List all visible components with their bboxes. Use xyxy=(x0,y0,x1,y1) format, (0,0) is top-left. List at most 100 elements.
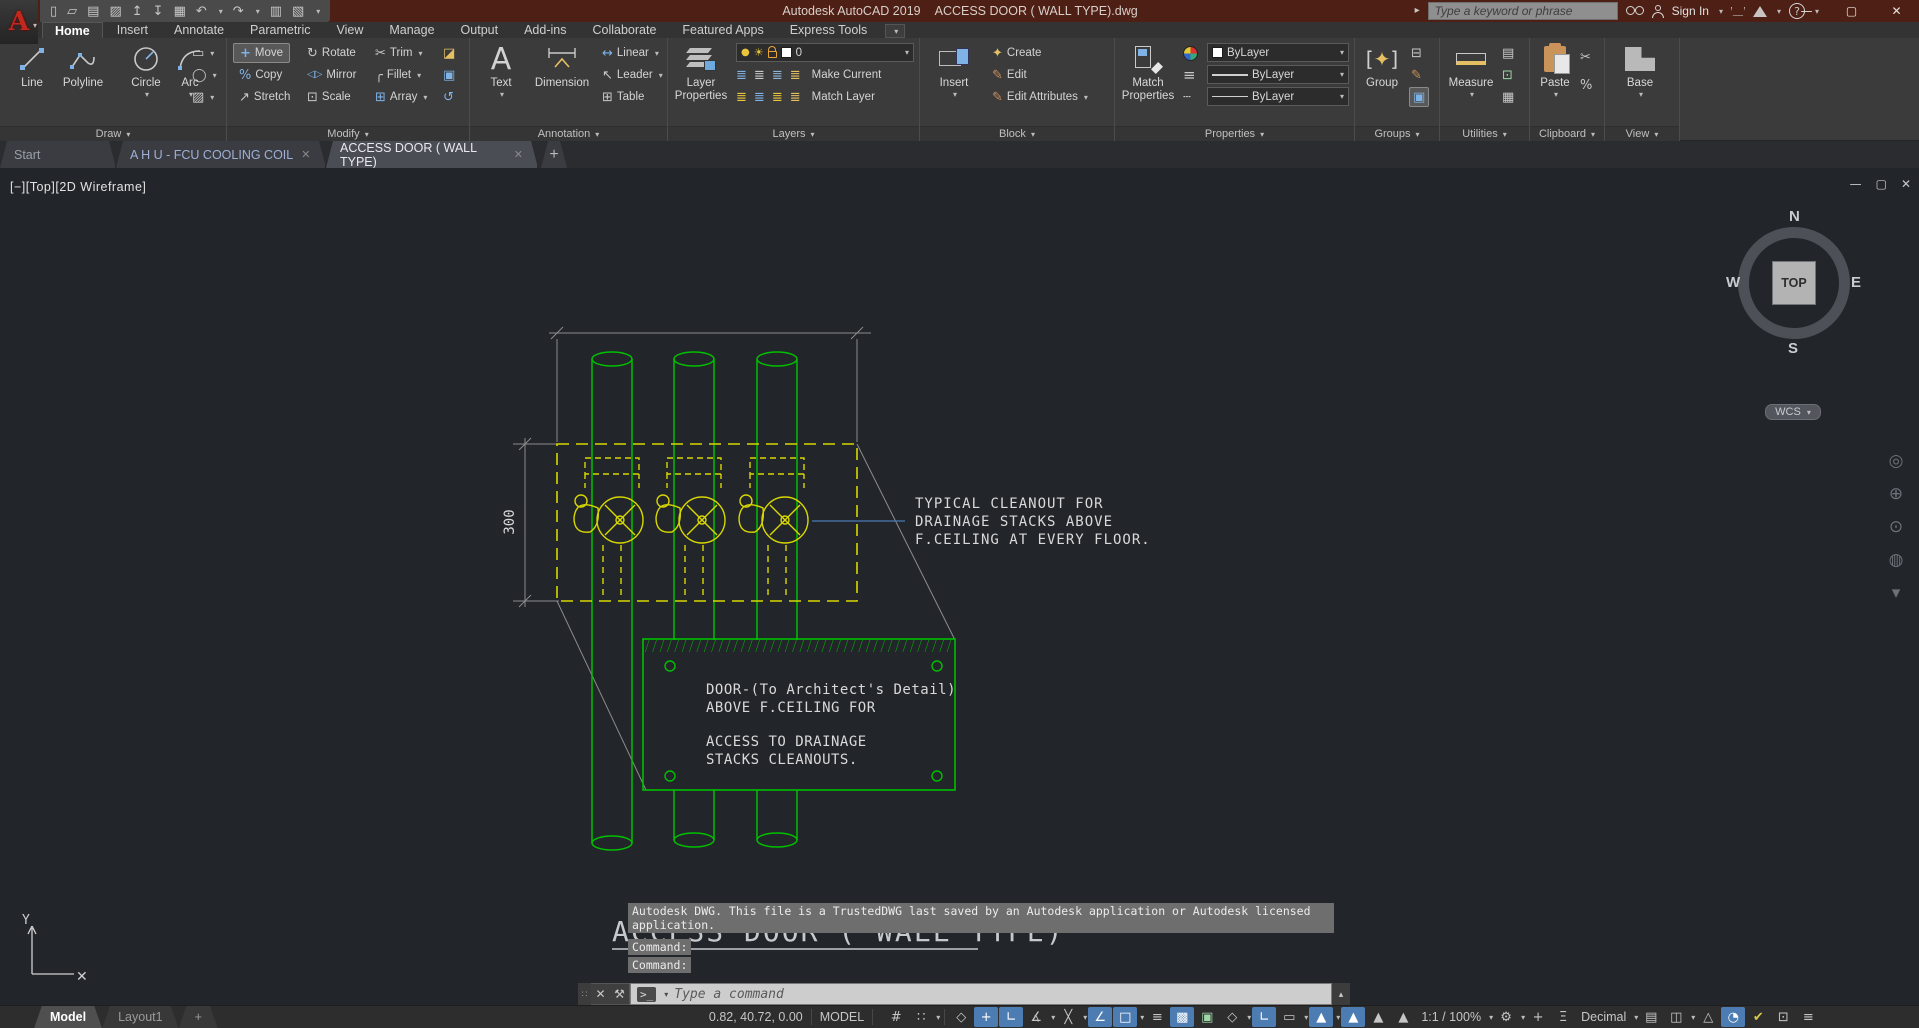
sign-in-caret-icon[interactable]: ▾ xyxy=(1719,7,1723,16)
edit-block-button[interactable]: ✎ Edit xyxy=(992,65,1027,85)
command-bar-grip[interactable]: ∷ xyxy=(578,983,591,1005)
layer-freeze-icon[interactable]: ≣ xyxy=(772,69,783,82)
command-prompt-icon[interactable]: >_ xyxy=(637,986,657,1002)
viewcube-top-face[interactable]: TOP xyxy=(1772,261,1816,305)
search-icon[interactable] xyxy=(1625,6,1644,16)
panel-label-block[interactable]: Block ▾ xyxy=(920,126,1114,141)
open-file-icon[interactable]: ▱ xyxy=(67,5,77,18)
color-wheel-button[interactable] xyxy=(1183,43,1198,63)
annotation-scale-caret-icon[interactable]: ▾ xyxy=(1489,1013,1493,1022)
linear-button[interactable]: ↔ Linear ▾ xyxy=(602,43,659,63)
3d-object-snap-icon[interactable]: ◇ xyxy=(1220,1007,1244,1027)
panel-label-view[interactable]: View ▾ xyxy=(1605,126,1679,141)
text-button[interactable]: A Text ▾ xyxy=(478,42,524,100)
annotation-monitor-plus-icon[interactable]: + xyxy=(1526,1007,1550,1027)
units-caret-icon[interactable]: ▾ xyxy=(1634,1013,1638,1022)
erase-button[interactable]: ◪ xyxy=(443,43,455,63)
viewcube-west[interactable]: W xyxy=(1726,274,1740,291)
layer-thaw-all-icon[interactable]: ≣ xyxy=(772,91,783,104)
isolate-objects-icon[interactable]: △ xyxy=(1696,1007,1720,1027)
new-file-icon[interactable]: ▯ xyxy=(50,5,57,18)
file-tab-ahu[interactable]: A H U - FCU COOLING COIL ✕ xyxy=(116,141,326,168)
ellipse-button[interactable]: ◯ ▾ xyxy=(192,65,217,85)
doc-restore-icon[interactable]: ▢ xyxy=(1876,178,1887,190)
dynamic-input-icon[interactable]: + xyxy=(974,1007,999,1027)
annotation-autoscale-icon[interactable]: ▲ xyxy=(1341,1007,1366,1027)
layer-dropdown[interactable]: ● ☀ 0 ▾ xyxy=(736,43,914,62)
annotation-monitor-caret-icon[interactable]: ▾ xyxy=(1304,1013,1308,1022)
clean-screen-icon[interactable]: ⊡ xyxy=(1771,1007,1795,1027)
explode-button[interactable]: ▣ xyxy=(443,65,455,85)
application-menu-button[interactable]: A ▾ xyxy=(0,0,38,44)
quick-properties-icon[interactable]: ▤ xyxy=(1639,1007,1663,1027)
linetype-list-button[interactable]: ┄ xyxy=(1183,87,1191,107)
pan-icon[interactable]: ⊕ xyxy=(1883,486,1909,503)
file-tab-access-door[interactable]: ACCESS DOOR ( WALL TYPE) ✕ xyxy=(326,141,538,168)
share-icon[interactable] xyxy=(1752,5,1767,17)
isodraft-icon[interactable]: ╳ xyxy=(1056,1007,1080,1027)
viewcube-north[interactable]: N xyxy=(1789,208,1800,225)
viewcube-east[interactable]: E xyxy=(1851,274,1861,291)
minimize-button[interactable]: — xyxy=(1784,0,1829,22)
panel-label-clipboard[interactable]: Clipboard ▾ xyxy=(1530,126,1604,141)
object-color-dropdown[interactable]: ByLayer ▾ xyxy=(1207,43,1349,62)
close-tab-icon[interactable]: ✕ xyxy=(514,148,523,161)
stretch-button[interactable]: ↗ Stretch xyxy=(233,87,296,107)
annotation-monitor-icon[interactable]: ▭ xyxy=(1277,1007,1301,1027)
tab-annotate[interactable]: Annotate xyxy=(162,22,236,38)
sign-in-button[interactable]: Sign In xyxy=(1672,4,1709,18)
linetype-dropdown[interactable]: ByLayer ▾ xyxy=(1207,87,1349,106)
panel-label-layers[interactable]: Layers ▾ xyxy=(668,126,919,141)
3d-osnap-caret-icon[interactable]: ▾ xyxy=(1247,1013,1251,1022)
quick-calc-button[interactable]: ▦ xyxy=(1502,87,1514,107)
annotation-scale-sync-icon[interactable]: ▲ xyxy=(1366,1007,1390,1027)
qat-customize-icon[interactable]: ▾ xyxy=(316,7,320,16)
tab-insert[interactable]: Insert xyxy=(105,22,160,38)
annotation-scale-button[interactable]: 1:1 / 100% xyxy=(1416,1010,1486,1024)
customization-menu-icon[interactable]: ≡ xyxy=(1796,1007,1820,1027)
circle-button[interactable]: Circle ▾ xyxy=(118,42,174,99)
drawing-area[interactable]: 300 TYPICAL CLEANOUT FOR DRAINAGE STACKS… xyxy=(0,168,1919,1005)
copy-clip-button[interactable]: % xyxy=(1580,75,1592,95)
dimension-button[interactable]: Dimension xyxy=(528,42,596,89)
tab-home[interactable]: Home xyxy=(42,22,103,38)
layer-off-icon[interactable]: ≣ xyxy=(736,69,747,82)
osnap-caret-icon[interactable]: ▾ xyxy=(1140,1013,1144,1022)
close-tab-icon[interactable]: ✕ xyxy=(301,148,310,161)
make-current-button[interactable]: Make Current xyxy=(812,69,882,81)
measure-button[interactable]: Measure ▾ xyxy=(1442,42,1500,99)
recent-commands-caret-icon[interactable]: ▾ xyxy=(664,990,668,999)
layer-unlock-all-icon[interactable]: ≣ xyxy=(790,91,801,104)
file-tab-start[interactable]: Start xyxy=(0,141,116,168)
lineweight-display-icon[interactable]: ≡ xyxy=(1145,1007,1169,1027)
mirror-button[interactable]: ◁▷ Mirror xyxy=(307,65,356,85)
navigation-wheel-icon[interactable]: ◎ xyxy=(1883,453,1909,470)
array-button[interactable]: ⊞ Array ▾ xyxy=(375,87,427,107)
polyline-button[interactable]: Polyline xyxy=(52,42,114,89)
tab-featured-apps[interactable]: Featured Apps xyxy=(670,22,775,38)
panel-label-draw[interactable]: Draw ▾ xyxy=(0,126,226,141)
viewcube-south[interactable]: S xyxy=(1788,340,1798,357)
rectangle-button[interactable]: ▭ ▾ xyxy=(192,43,214,63)
model-space-button[interactable]: MODEL xyxy=(815,1010,869,1024)
snap-icon[interactable]: ∷ xyxy=(909,1007,933,1027)
tab-collaborate[interactable]: Collaborate xyxy=(580,22,668,38)
workspace-caret-icon[interactable]: ▾ xyxy=(1521,1013,1525,1022)
isodraft-caret-icon[interactable]: ▾ xyxy=(1083,1013,1087,1022)
move-button[interactable]: + Move xyxy=(233,43,291,63)
layer-unisolate-icon[interactable]: ≣ xyxy=(754,91,765,104)
leader-button[interactable]: ↖ Leader ▾ xyxy=(602,65,663,85)
panel-label-utilities[interactable]: Utilities ▾ xyxy=(1440,126,1529,141)
tab-parametric[interactable]: Parametric xyxy=(238,22,322,38)
panel-label-modify[interactable]: Modify ▾ xyxy=(227,126,469,141)
redo-icon[interactable]: ↷ xyxy=(233,5,244,18)
undo-icon[interactable]: ↶ xyxy=(196,5,207,18)
wcs-menu-button[interactable]: WCS ▾ xyxy=(1765,404,1821,420)
hardware-acceleration-icon[interactable]: ◔ xyxy=(1721,1007,1746,1027)
tab-manage[interactable]: Manage xyxy=(377,22,446,38)
object-snap-icon[interactable]: □ xyxy=(1113,1007,1138,1027)
trusted-autodesk-icon[interactable]: ✔ xyxy=(1746,1007,1770,1027)
share-caret-icon[interactable]: ▾ xyxy=(1777,7,1781,16)
grid-icon[interactable]: # xyxy=(884,1007,908,1027)
transparency-icon[interactable]: ▩ xyxy=(1170,1007,1195,1027)
